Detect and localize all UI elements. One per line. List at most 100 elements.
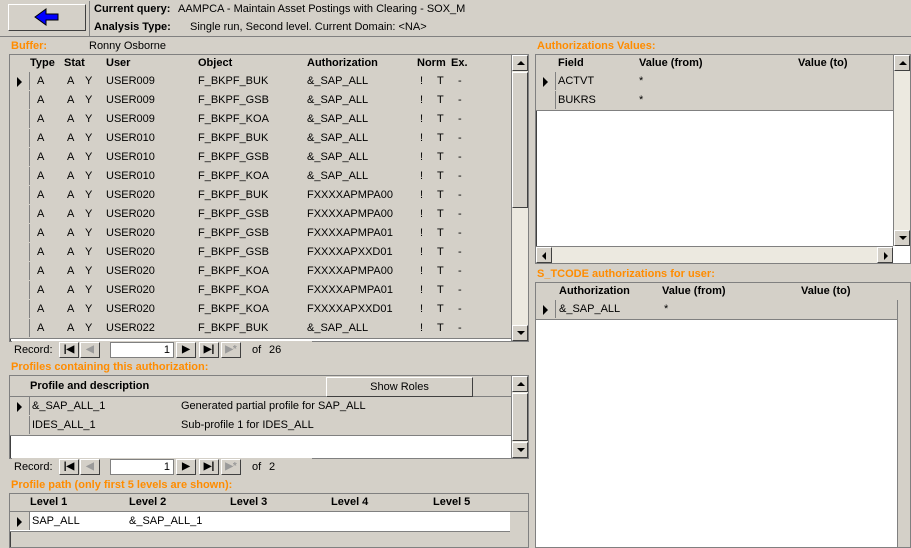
last-record-button[interactable]: ▶| [199,342,219,358]
scroll-down-button[interactable] [512,442,528,458]
scroll-thumb[interactable] [512,393,528,441]
show-roles-button[interactable]: Show Roles [326,377,473,397]
row-selector[interactable] [10,416,30,434]
level-2-value: &_SAP_ALL_1 [129,515,203,527]
table-row[interactable]: &_SAP_ALL * [536,300,897,320]
value-from: * [639,75,644,87]
cell-ex: - [458,94,462,106]
scroll-right-button[interactable] [877,247,893,263]
row-selector[interactable] [10,72,30,90]
cell-stat: A [67,75,75,87]
tcode-table: Authorization Value (from) Value (to) &_… [535,282,911,548]
table-row[interactable]: A A Y USER010 F_BKPF_KOA &_SAP_ALL! T - [10,167,511,187]
row-selector[interactable] [10,129,30,147]
cell-user: USER020 [106,227,155,239]
cell-authorization: &_SAP_ALL [307,170,369,182]
cell-ex: - [458,151,462,163]
table-row[interactable]: ACTVT * [536,72,893,92]
table-row[interactable]: A A Y USER020 F_BKPF_KOA FXXXXAPXXD01! T - [10,300,511,320]
table-row[interactable]: A A Y USER020 F_BKPF_KOA FXXXXAPMPA01! T - [10,281,511,301]
list-item[interactable]: &_SAP_ALL_1 Generated partial profile fo… [10,397,511,417]
record-number-input[interactable]: 1 [110,342,174,358]
auth-values-title: Authorizations Values: [537,40,656,52]
row-selector[interactable] [10,512,30,530]
col-profile-description: Profile and description [30,380,150,392]
scroll-up-button[interactable] [512,55,528,71]
next-record-button[interactable]: ▶ [176,342,196,358]
col-stat: Stat [64,57,85,69]
table-row[interactable]: A A Y USER022 F_BKPF_BUK &_SAP_ALL! T - [10,319,511,339]
cell-stat: A [67,246,75,258]
row-selector[interactable] [536,300,556,318]
cell-user: USER022 [106,322,155,334]
col-level-3: Level 3 [230,496,268,508]
cell-type: A [37,227,45,239]
new-record-button[interactable]: ▶* [221,459,241,475]
col-type: Type [30,57,55,69]
table-row[interactable]: SAP_ALL &_SAP_ALL_1 [10,512,510,532]
record-number-input[interactable]: 1 [110,459,174,475]
profile-name: &_SAP_ALL_1 [32,400,106,412]
cell-t: T [437,208,444,220]
cell-user: USER010 [106,132,155,144]
cell-type: A [37,151,45,163]
table-row[interactable]: A A Y USER009 F_BKPF_KOA &_SAP_ALL! T - [10,110,511,130]
cell-norm: ! [420,246,424,258]
cell-object: F_BKPF_BUK [198,75,269,87]
first-record-button[interactable]: |◀ [59,342,79,358]
row-selector[interactable] [536,72,556,90]
cell-flag: Y [85,113,93,125]
scroll-down-button[interactable] [512,325,528,341]
current-row-pointer-icon [17,402,22,412]
row-selector[interactable] [10,110,30,128]
scroll-up-button[interactable] [894,55,910,71]
table-row[interactable]: A A Y USER020 F_BKPF_GSB FXXXXAPXXD01! T - [10,243,511,263]
table-row[interactable]: A A Y USER009 F_BKPF_BUK &_SAP_ALL! T - [10,72,511,92]
scroll-down-button[interactable] [894,230,910,246]
back-button[interactable] [8,4,86,31]
row-selector[interactable] [10,262,30,280]
auth-values-vscrollbar[interactable] [893,55,910,246]
table-row[interactable]: A A Y USER020 F_BKPF_GSB FXXXXAPMPA00! T - [10,205,511,225]
prev-record-button[interactable]: ◀ [80,459,100,475]
profiles-scrollbar[interactable] [511,376,528,458]
row-selector[interactable] [10,397,30,415]
first-record-button[interactable]: |◀ [59,459,79,475]
table-row[interactable]: A A Y USER020 F_BKPF_GSB FXXXXAPMPA01! T - [10,224,511,244]
row-selector[interactable] [10,319,30,337]
prev-record-button[interactable]: ◀ [80,342,100,358]
scroll-left-button[interactable] [536,247,552,263]
current-row-pointer-icon [543,77,548,87]
table-row[interactable]: A A Y USER020 F_BKPF_KOA FXXXXAPMPA00! T - [10,262,511,282]
table-row[interactable]: A A Y USER009 F_BKPF_GSB &_SAP_ALL! T - [10,91,511,111]
cell-ex: - [458,189,462,201]
table-row[interactable]: A A Y USER020 F_BKPF_BUK FXXXXAPMPA00! T - [10,186,511,206]
new-record-button[interactable]: ▶* [221,342,241,358]
row-selector[interactable] [10,224,30,242]
next-record-button[interactable]: ▶ [176,459,196,475]
table-row[interactable]: BUKRS * [536,91,893,111]
cell-t: T [437,151,444,163]
cell-type: A [37,284,45,296]
scroll-thumb[interactable] [512,72,528,208]
row-selector[interactable] [10,167,30,185]
row-selector[interactable] [536,91,556,109]
auth-values-hscrollbar[interactable] [536,246,893,263]
cell-ex: - [458,284,462,296]
profiles-title: Profiles containing this authorization: [11,361,209,373]
cell-norm: ! [420,303,424,315]
row-selector[interactable] [10,148,30,166]
scroll-up-button[interactable] [512,376,528,392]
row-selector[interactable] [10,186,30,204]
row-selector[interactable] [10,91,30,109]
row-selector[interactable] [10,281,30,299]
row-selector[interactable] [10,205,30,223]
row-selector[interactable] [10,243,30,261]
cell-stat: A [67,265,75,277]
last-record-button[interactable]: ▶| [199,459,219,475]
table-row[interactable]: A A Y USER010 F_BKPF_GSB &_SAP_ALL! T - [10,148,511,168]
row-selector[interactable] [10,300,30,318]
list-item[interactable]: IDES_ALL_1 Sub-profile 1 for IDES_ALL [10,416,511,436]
table-row[interactable]: A A Y USER010 F_BKPF_BUK &_SAP_ALL! T - [10,129,511,149]
buffer-scrollbar[interactable] [511,55,528,341]
